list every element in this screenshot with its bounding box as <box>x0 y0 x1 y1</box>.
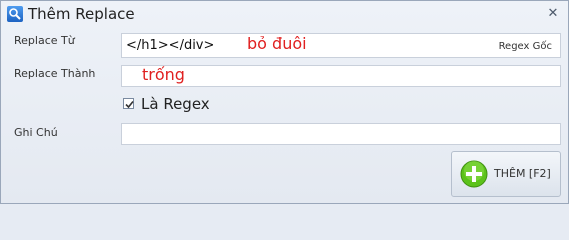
add-button[interactable]: THÊM [F2] <box>451 151 561 197</box>
is-regex-label[interactable]: Là Regex <box>141 95 210 113</box>
title-bar[interactable]: Thêm Replace ✕ <box>1 1 568 29</box>
regex-source-button[interactable]: Regex Gốc <box>499 41 552 52</box>
add-button-label: THÊM [F2] <box>494 167 551 180</box>
search-app-icon <box>7 6 23 22</box>
replace-to-annotation: trống <box>142 65 185 84</box>
is-regex-checkbox[interactable] <box>123 98 134 109</box>
replace-to-input[interactable] <box>121 65 561 87</box>
note-input[interactable] <box>121 123 561 145</box>
replace-to-label: Replace Thành <box>14 67 96 80</box>
checkmark-icon <box>125 100 134 109</box>
window-title: Thêm Replace <box>28 5 135 23</box>
replace-from-input[interactable]: </h1></div> Regex Gốc <box>121 33 561 58</box>
replace-from-label: Replace Từ <box>14 34 75 47</box>
close-icon[interactable]: ✕ <box>546 7 560 21</box>
replace-from-annotation: bỏ đuôi <box>247 34 307 53</box>
replace-from-value: </h1></div> <box>126 38 215 53</box>
note-label: Ghi Chú <box>14 126 58 139</box>
replace-dialog: Thêm Replace ✕ Replace Từ </h1></div> Re… <box>0 0 569 204</box>
plus-circle-icon <box>460 160 488 188</box>
